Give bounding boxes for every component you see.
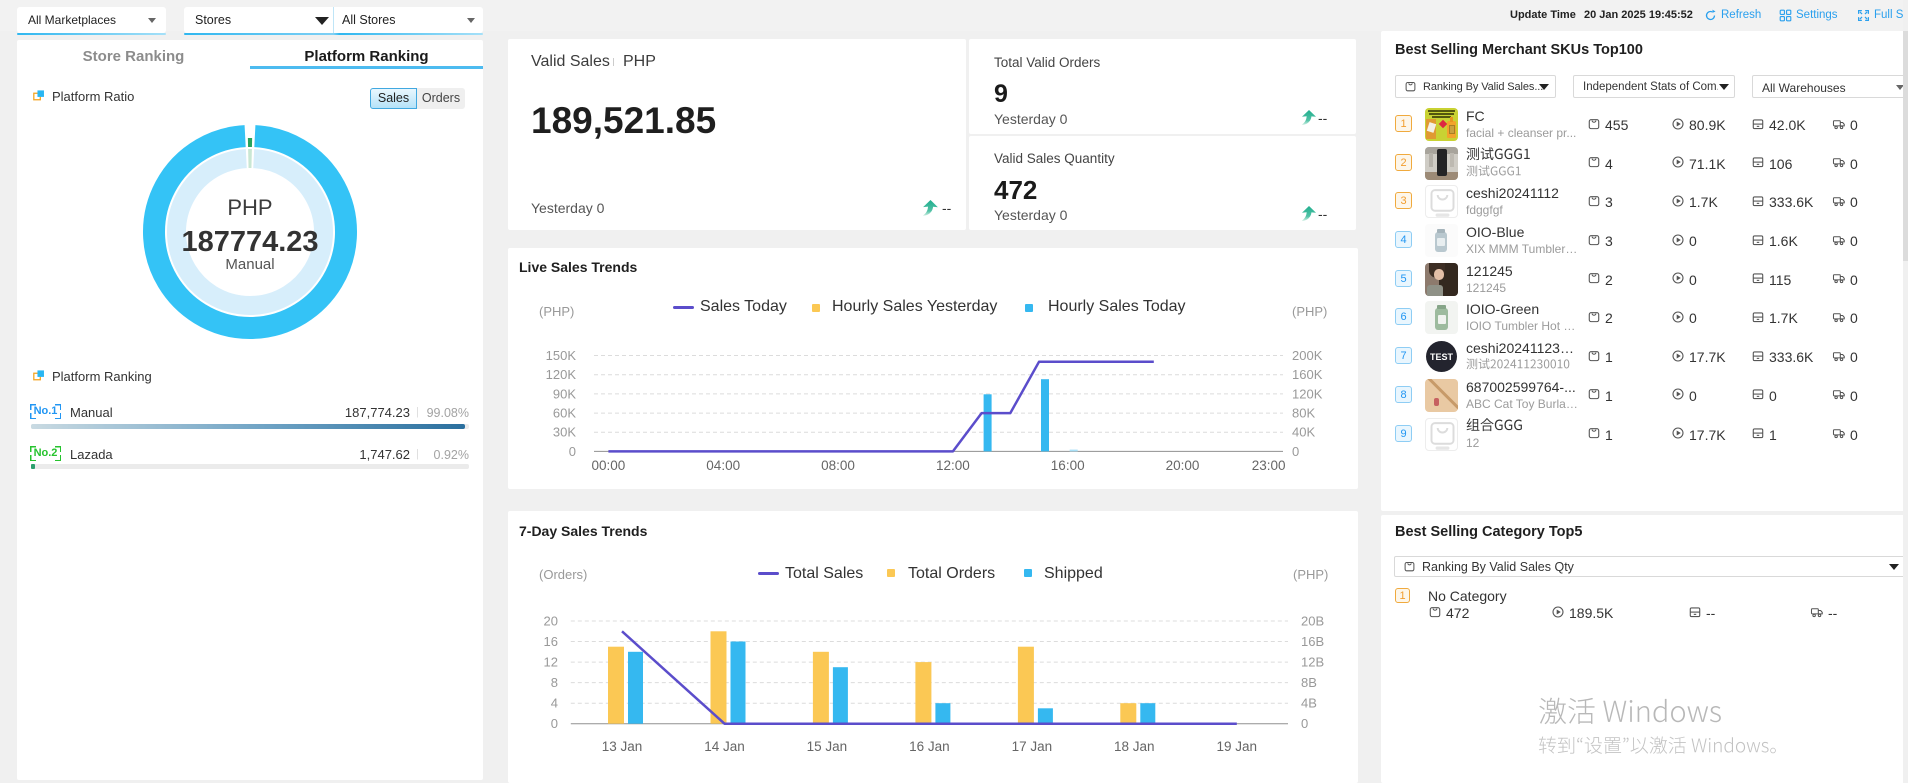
svg-text:12: 12 (544, 655, 558, 670)
svg-text:30K: 30K (553, 425, 576, 440)
svg-text:04:00: 04:00 (706, 458, 740, 473)
svg-text:08:00: 08:00 (821, 458, 855, 473)
svg-text:150K: 150K (546, 348, 577, 363)
svg-text:20: 20 (544, 614, 558, 629)
svg-text:0: 0 (1301, 716, 1308, 731)
svg-text:8B: 8B (1301, 675, 1317, 690)
svg-text:12B: 12B (1301, 655, 1324, 670)
svg-text:60K: 60K (553, 406, 576, 421)
svg-text:200K: 200K (1292, 348, 1323, 363)
svg-text:18 Jan: 18 Jan (1114, 739, 1155, 754)
svg-text:13 Jan: 13 Jan (602, 739, 643, 754)
svg-text:0: 0 (1292, 444, 1299, 459)
svg-text:00:00: 00:00 (592, 458, 626, 473)
svg-text:20B: 20B (1301, 614, 1324, 629)
svg-text:40K: 40K (1292, 425, 1315, 440)
svg-text:0: 0 (569, 444, 576, 459)
svg-text:4B: 4B (1301, 696, 1317, 711)
svg-text:16 Jan: 16 Jan (909, 739, 950, 754)
svg-text:0: 0 (551, 716, 558, 731)
svg-text:120K: 120K (546, 367, 577, 382)
svg-text:23:00: 23:00 (1252, 458, 1286, 473)
svg-text:8: 8 (551, 675, 558, 690)
svg-text:16:00: 16:00 (1051, 458, 1085, 473)
svg-text:12:00: 12:00 (936, 458, 970, 473)
svg-text:160K: 160K (1292, 367, 1323, 382)
svg-text:16: 16 (544, 634, 558, 649)
svg-text:17 Jan: 17 Jan (1012, 739, 1053, 754)
svg-text:120K: 120K (1292, 386, 1323, 401)
svg-text:16B: 16B (1301, 634, 1324, 649)
svg-text:4: 4 (551, 696, 558, 711)
svg-text:80K: 80K (1292, 406, 1315, 421)
svg-text:19 Jan: 19 Jan (1217, 739, 1258, 754)
svg-text:90K: 90K (553, 386, 576, 401)
svg-text:20:00: 20:00 (1166, 458, 1200, 473)
svg-text:14 Jan: 14 Jan (704, 739, 745, 754)
svg-text:15 Jan: 15 Jan (807, 739, 848, 754)
